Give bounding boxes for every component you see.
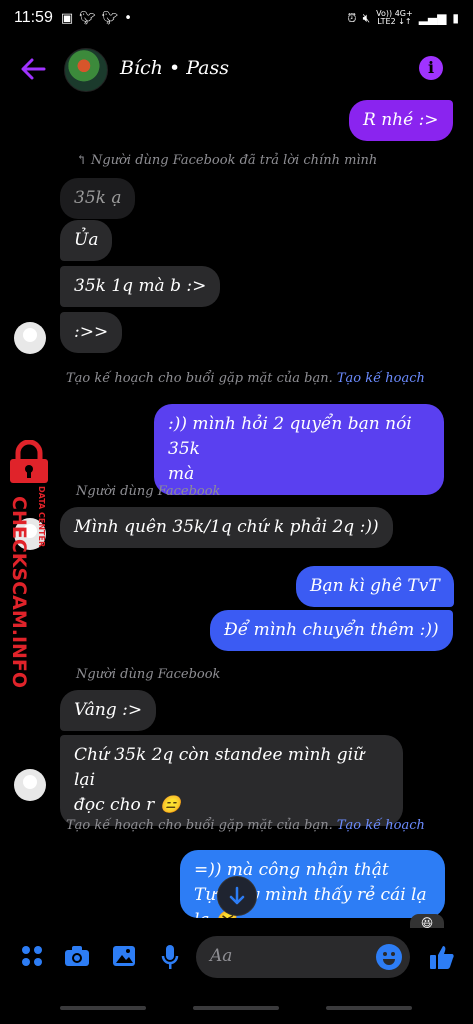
info-icon[interactable]: i [419,56,443,80]
plan-prompt: Tạo kế hoạch cho buổi gặp mặt của bạn. T… [66,371,425,386]
signal-icon: ▂▄▆ [418,11,447,25]
message-incoming[interactable]: Chứ 35k 2q còn standee mình giữ lại đọc … [60,735,403,826]
message-input-placeholder: Aa [210,946,233,966]
nav-segment[interactable] [326,1006,412,1010]
notification-icons: ▣ 🐦︎ 🐦︎ • [61,11,132,26]
microphone-icon[interactable] [156,944,184,972]
emoji-icon[interactable] [376,944,402,970]
watermark-sub: DATA CENTER [37,486,46,548]
create-plan-link[interactable]: Tạo kế hoạch [337,818,425,833]
sender-label: Người dùng Facebook [76,667,221,682]
message-input[interactable]: Aa [196,936,410,978]
status-time: 11:59 [14,9,53,26]
message-incoming[interactable]: Ủa [60,220,113,261]
dot-icon: • [124,10,132,26]
battery-icon: ▮ [452,11,459,25]
lock-icon [10,440,48,483]
nav-segment[interactable] [193,1006,279,1010]
message-incoming[interactable]: Vâng :> [60,690,157,731]
sender-avatar[interactable] [14,322,46,354]
message-incoming[interactable]: :>> [60,312,123,353]
plan-prompt: Tạo kế hoạch cho buổi gặp mặt của bạn. T… [66,818,425,833]
like-thumb-icon[interactable] [428,944,456,972]
network-bottom: LTE2 ↓↑ [377,17,412,26]
system-nav-bar [0,992,473,1024]
nav-segment[interactable] [60,1006,146,1010]
network-indicator: Vo)) 4G+ LTE2 ↓↑ [376,10,413,26]
contact-avatar[interactable] [64,48,108,92]
twitter-icon: 🐦︎ [101,10,119,26]
message-incoming[interactable]: Mình quên 35k/1q chứ k phải 2q :)) [60,507,393,548]
menu-grid-icon[interactable] [18,944,46,972]
system-icons: ⏰︎ 🔇︎ Vo)) 4G+ LTE2 ↓↑ ▂▄▆ ▮ [347,10,459,26]
contact-name[interactable]: Bích • Pass [120,57,229,79]
sender-label: Người dùng Facebook [76,484,221,499]
sender-avatar[interactable] [14,769,46,801]
camera-icon[interactable] [63,944,91,972]
message-outgoing[interactable]: Bạn kì ghê TvT [296,566,454,607]
scroll-down-icon[interactable] [217,876,257,916]
composer-bar: Aa [0,928,473,988]
message-quoted[interactable]: 35k ạ [60,178,136,219]
back-arrow-icon[interactable] [18,54,48,84]
message-incoming[interactable]: 35k 1q mà b :> [60,266,221,307]
reply-note: ↰ Người dùng Facebook đã trả lời chính m… [76,153,378,168]
message-outgoing[interactable]: :)) mình hỏi 2 quyển bạn nói 35k mà [154,404,444,495]
mute-icon: 🔇︎ [362,10,371,25]
gallery-icon[interactable] [110,944,138,972]
alarm-icon: ⏰︎ [347,10,357,25]
chat-header: Bích • Pass i [0,40,473,100]
watermark-main: CHECKSCAM.INFO [8,496,30,689]
message-outgoing[interactable]: R nhé :> [349,100,453,141]
message-outgoing[interactable]: Để mình chuyển thêm :)) [210,610,453,651]
status-bar: 11:59 ▣ 🐦︎ 🐦︎ • ⏰︎ 🔇︎ Vo)) 4G+ LTE2 ↓↑ ▂… [0,0,473,36]
image-icon: ▣ [60,10,74,26]
create-plan-link[interactable]: Tạo kế hoạch [337,371,425,386]
twitter-icon: 🐦︎ [79,10,96,26]
watermark: CHECKSCAM.INFO DATA CENTER [4,440,52,689]
reply-arrow-icon: ↰ [76,153,92,168]
